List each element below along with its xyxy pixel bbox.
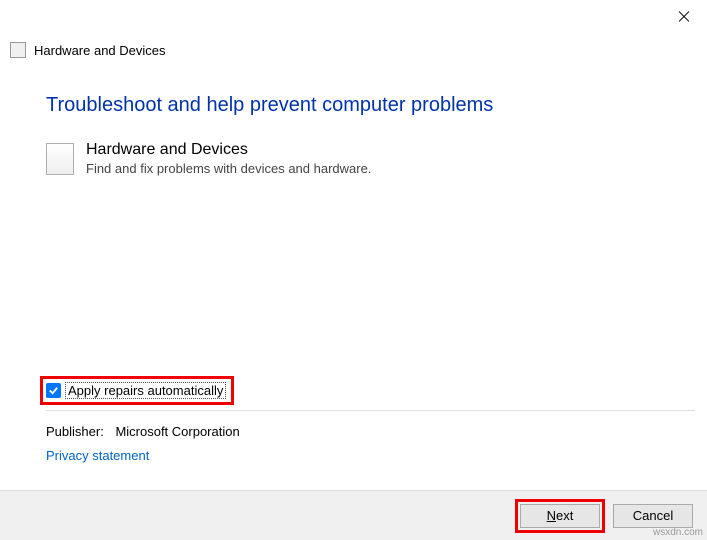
window-title: Hardware and Devices — [0, 0, 707, 58]
window-title-text: Hardware and Devices — [34, 43, 166, 58]
page-heading: Troubleshoot and help prevent computer p… — [46, 94, 661, 117]
watermark: wsxdn.com — [653, 527, 703, 538]
window-icon — [10, 42, 26, 58]
item-title: Hardware and Devices — [86, 141, 371, 159]
dialog-footer: Next Cancel — [0, 490, 707, 540]
publisher-name: Microsoft Corporation — [115, 424, 239, 439]
divider — [46, 410, 695, 411]
publisher-row: Publisher: Microsoft Corporation — [46, 424, 240, 439]
hardware-icon — [46, 143, 74, 175]
apply-repairs-label: Apply repairs automatically — [65, 382, 226, 399]
close-button[interactable] — [675, 8, 693, 26]
publisher-label: Publisher: — [46, 424, 104, 439]
cancel-button[interactable]: Cancel — [613, 504, 693, 528]
apply-repairs-row: Apply repairs automatically — [40, 376, 234, 405]
item-description: Find and fix problems with devices and h… — [86, 161, 371, 176]
privacy-statement-link[interactable]: Privacy statement — [46, 448, 149, 463]
next-highlight: Next — [515, 499, 605, 533]
next-button[interactable]: Next — [520, 504, 600, 528]
troubleshooter-item: Hardware and Devices Find and fix proble… — [46, 141, 661, 176]
apply-repairs-checkbox[interactable] — [46, 383, 61, 398]
